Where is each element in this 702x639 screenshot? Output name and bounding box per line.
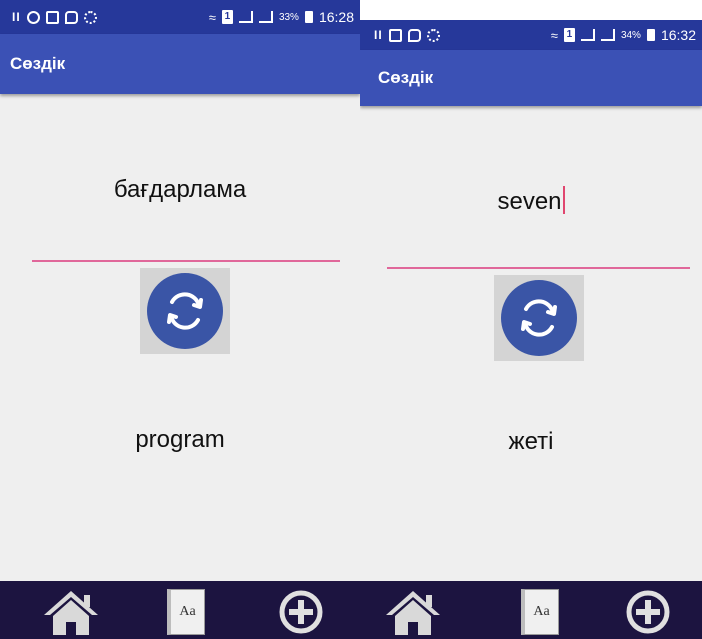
status-bar: II ≈ 1 34% 16:32 (360, 20, 702, 50)
dictionary-nav-button[interactable]: Aa (510, 587, 570, 635)
input-word-text: бағдарлама (113, 176, 247, 203)
add-word-nav-button[interactable] (268, 587, 334, 635)
signal-icon (600, 29, 615, 41)
translation-output: program (135, 426, 225, 453)
app-title: Сөздік (378, 68, 434, 87)
battery-percent: 34% (620, 29, 641, 41)
swap-icon (501, 280, 577, 356)
dictionary-icon-text: Aa (179, 604, 196, 619)
app-bar: Сөздік (0, 34, 360, 94)
word-input-field[interactable]: бағдарлама (0, 176, 360, 204)
phone-screen-1: II ≈ 1 33% 16:28 Сөздік бағдарлама progr… (0, 0, 360, 639)
text-caret (562, 186, 565, 214)
swap-language-button[interactable] (140, 268, 230, 354)
pause-icon: II (374, 28, 383, 42)
word-input-field[interactable]: seven (360, 186, 702, 216)
sim-icon: 1 (563, 28, 575, 42)
bottom-navbar: Aa (360, 581, 702, 639)
signal-icon (258, 11, 273, 23)
translation-output: жеті (508, 428, 554, 455)
dictionary-nav-button[interactable]: Aa (156, 587, 216, 635)
sim-icon: 1 (221, 10, 233, 24)
wifi-icon: ≈ (208, 9, 216, 25)
battery-percent: 33% (278, 11, 299, 23)
input-underline (387, 267, 690, 269)
input-underline (32, 260, 340, 262)
settings-icon (83, 10, 97, 24)
settings-icon (426, 28, 440, 42)
chat-icon (64, 10, 78, 24)
chat-icon (407, 28, 421, 42)
home-nav-button[interactable] (38, 587, 104, 635)
swap-language-button[interactable] (494, 275, 584, 361)
whatsapp-icon (26, 10, 40, 24)
gallery-icon (388, 28, 402, 42)
phone-screen-2: II ≈ 1 34% 16:32 Сөздік seven жеті Aa (360, 20, 702, 639)
dictionary-icon-text: Aa (533, 604, 550, 619)
gallery-icon (45, 10, 59, 24)
swap-icon (147, 273, 223, 349)
status-bar: II ≈ 1 33% 16:28 (0, 0, 360, 34)
home-icon (44, 591, 98, 635)
input-word-text: seven (497, 188, 562, 215)
dictionary-icon: Aa (167, 589, 205, 635)
add-icon (279, 590, 323, 634)
wifi-icon: ≈ (550, 27, 558, 43)
add-icon (626, 590, 670, 634)
battery-icon (646, 29, 655, 41)
dictionary-icon: Aa (521, 589, 559, 635)
add-word-nav-button[interactable] (615, 587, 681, 635)
bottom-navbar: Aa (0, 581, 360, 639)
app-bar: Сөздік (360, 50, 702, 106)
app-title: Сөздік (10, 54, 66, 73)
home-icon (386, 591, 440, 635)
signal-icon (580, 29, 595, 41)
status-time: 16:32 (660, 27, 696, 43)
status-time: 16:28 (318, 9, 354, 25)
home-nav-button[interactable] (380, 587, 446, 635)
battery-icon (304, 11, 313, 23)
signal-icon (238, 11, 253, 23)
pause-icon: II (12, 10, 21, 24)
